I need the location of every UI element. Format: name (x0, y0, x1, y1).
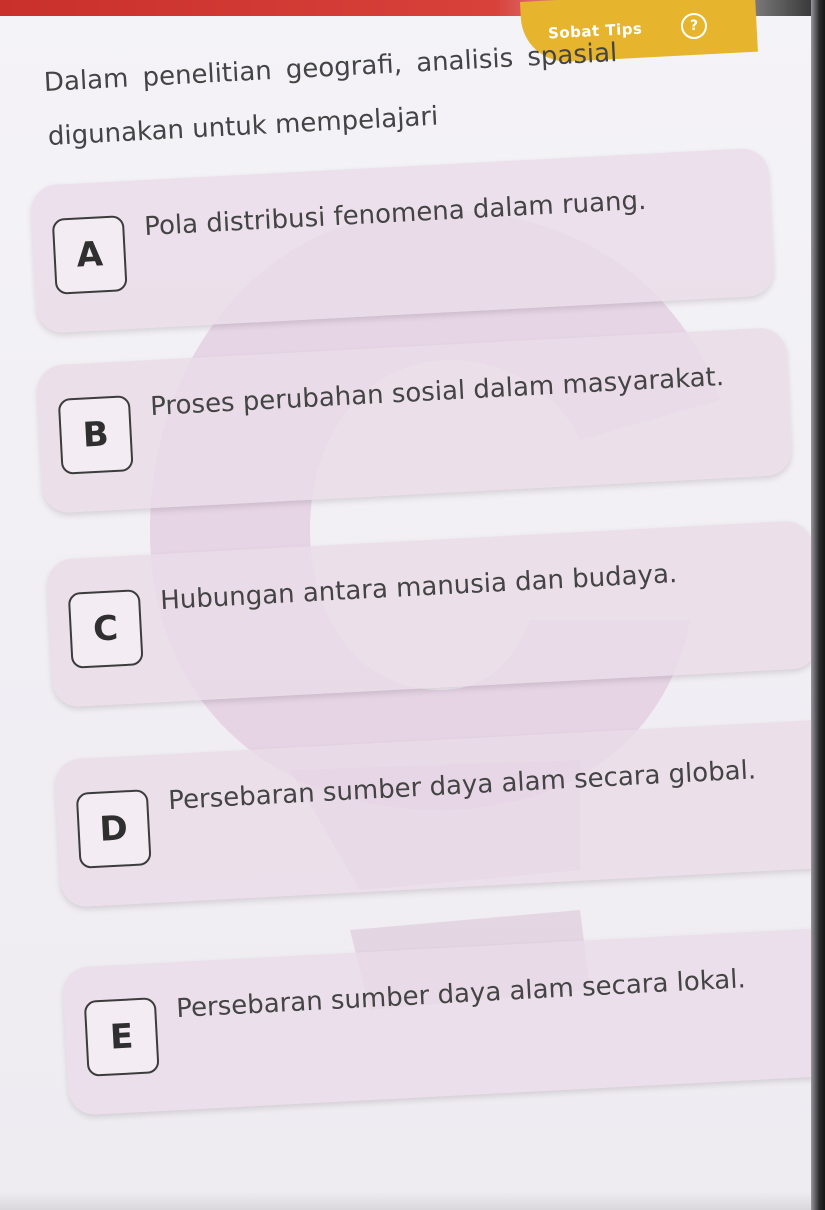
question-text-line-2: digunakan untuk mempelajari (47, 101, 439, 152)
option-letter-badge: E (83, 997, 160, 1077)
question-text-line-1: Dalam penelitian geografi, analisis spas… (43, 37, 618, 98)
question-circle-icon[interactable]: ? (681, 13, 707, 39)
option-e[interactable]: E Persebaran sumber daya alam secara lok… (62, 926, 825, 1116)
option-letter-badge: D (75, 789, 152, 869)
screen-bottom-edge (0, 1192, 825, 1210)
quiz-screen: Sobat Tips ? Dalam penelitian geografi, … (0, 0, 825, 1210)
option-text: Pola distribusi fenomena dalam ruang. (143, 185, 647, 243)
option-d[interactable]: D Persebaran sumber daya alam secara glo… (54, 718, 825, 908)
option-text: Persebaran sumber daya alam secara lokal… (175, 964, 747, 1025)
option-c[interactable]: C Hubungan antara manusia dan budaya. (46, 519, 819, 708)
option-a[interactable]: A Pola distribusi fenomena dalam ruang. (30, 147, 775, 334)
option-letter-badge: B (57, 395, 134, 475)
option-letter-badge: C (67, 589, 144, 669)
phone-bezel (811, 0, 825, 1210)
option-text: Persebaran sumber daya alam secara globa… (167, 755, 757, 817)
option-text: Proses perubahan sosial dalam masyarakat… (149, 362, 725, 423)
option-b[interactable]: B Proses perubahan sosial dalam masyarak… (36, 326, 793, 514)
option-text: Hubungan antara manusia dan budaya. (159, 559, 678, 617)
option-letter-badge: A (51, 215, 128, 295)
